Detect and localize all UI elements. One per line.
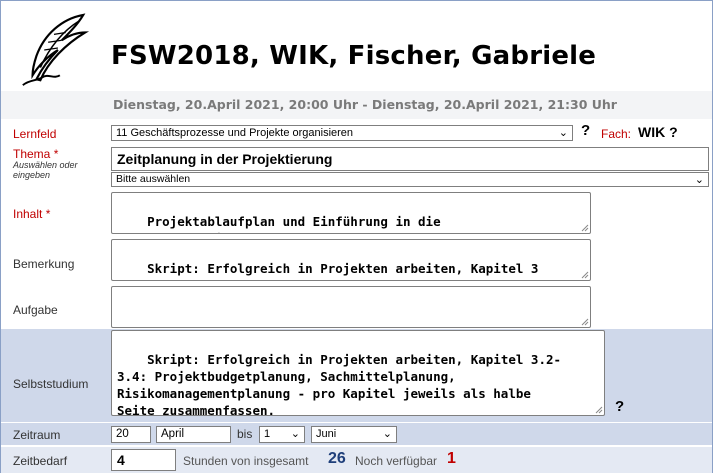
zeitraum-month-from[interactable]: April bbox=[156, 426, 231, 443]
thema-input[interactable]: Zeitplanung in der Projektierung bbox=[111, 147, 709, 171]
aufgabe-label: Aufgabe bbox=[13, 303, 58, 317]
fach-value: WIK ? bbox=[638, 124, 678, 140]
form-frame: FSW2018, WIK, Fischer, Gabriele Dienstag… bbox=[0, 0, 713, 473]
chevron-down-icon: ⌄ bbox=[290, 428, 300, 440]
zeitbedarf-verfuegbar: 1 bbox=[447, 450, 456, 467]
fach-label: Fach: bbox=[601, 127, 632, 141]
zeitraum-bis: bis bbox=[237, 427, 253, 441]
zeitraum-day-from[interactable]: 20 bbox=[111, 426, 151, 443]
zeitraum-month-to[interactable]: Juni ⌄ bbox=[311, 426, 397, 443]
chevron-down-icon: ⌄ bbox=[694, 174, 704, 186]
zeitbedarf-verfuegbar-text: Noch verfügbar bbox=[355, 454, 438, 468]
zeitbedarf-label: Zeitbedarf bbox=[13, 454, 68, 468]
thema-hint: Auswählen oder eingeben bbox=[13, 160, 78, 180]
inhalt-label: Inhalt * bbox=[13, 207, 51, 221]
inhalt-textarea[interactable]: Projektablaufplan und Einführung in die … bbox=[111, 192, 591, 234]
lernfeld-help[interactable]: ? bbox=[581, 122, 590, 139]
thema-select-value: Bitte auswählen bbox=[116, 173, 191, 185]
lernfeld-select-value: 11 Geschäftsprozesse und Projekte organi… bbox=[116, 127, 354, 139]
chevron-down-icon: ⌄ bbox=[558, 127, 568, 139]
bemerkung-textarea[interactable]: Skript: Erfolgreich in Projekten arbeite… bbox=[111, 239, 591, 281]
thema-select[interactable]: Bitte auswählen ⌄ bbox=[111, 172, 709, 187]
selbststudium-textarea[interactable]: Skript: Erfolgreich in Projekten arbeite… bbox=[111, 330, 605, 416]
date-range-bar: Dienstag, 20.April 2021, 20:00 Uhr - Die… bbox=[1, 91, 712, 119]
zeitraum-label: Zeitraum bbox=[13, 428, 61, 442]
selbststudium-help[interactable]: ? bbox=[615, 398, 624, 415]
chevron-down-icon: ⌄ bbox=[382, 428, 392, 440]
lernfeld-label: Lernfeld bbox=[13, 127, 57, 141]
zeitbedarf-input[interactable]: 4 bbox=[111, 449, 176, 471]
bemerkung-label: Bemerkung bbox=[13, 257, 75, 271]
zeitbedarf-stunden-text: Stunden von insgesamt bbox=[183, 454, 309, 468]
date-range-text: Dienstag, 20.April 2021, 20:00 Uhr - Die… bbox=[113, 97, 617, 112]
lernfeld-select[interactable]: 11 Geschäftsprozesse und Projekte organi… bbox=[111, 125, 573, 141]
thema-label: Thema * bbox=[13, 147, 59, 161]
resize-grip-icon[interactable] bbox=[581, 271, 589, 279]
selbststudium-label: Selbststudium bbox=[13, 377, 89, 391]
resize-grip-icon[interactable] bbox=[581, 318, 589, 326]
zeitraum-day-to[interactable]: 1 ⌄ bbox=[259, 426, 305, 443]
page-title: FSW2018, WIK, Fischer, Gabriele bbox=[111, 41, 597, 71]
resize-grip-icon[interactable] bbox=[581, 224, 589, 232]
zeitbedarf-total: 26 bbox=[328, 450, 346, 467]
header: FSW2018, WIK, Fischer, Gabriele Dienstag… bbox=[1, 1, 712, 119]
quill-feather-icon bbox=[22, 13, 90, 86]
aufgabe-textarea[interactable] bbox=[111, 286, 591, 328]
resize-grip-icon[interactable] bbox=[595, 406, 603, 414]
